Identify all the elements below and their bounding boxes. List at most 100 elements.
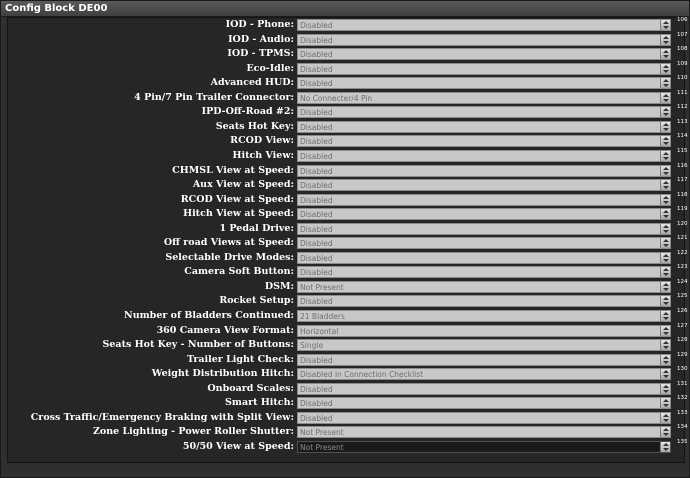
dropdown-arrow-icon[interactable] — [660, 136, 670, 147]
row-index: 125 — [677, 293, 688, 300]
dropdown-arrow-icon[interactable] — [660, 34, 670, 45]
dropdown-arrow-icon[interactable] — [660, 165, 670, 176]
setting-label: Eco-Idle: — [246, 62, 294, 74]
config-row: Seats Hot Key: Disabled 113 — [0, 119, 690, 135]
config-row: Zone Lighting - Power Roller Shutter: Not… — [0, 424, 690, 440]
config-row: RCOD View: Disabled 114 — [0, 133, 690, 149]
setting-dropdown[interactable]: Disabled — [297, 135, 671, 148]
dropdown-arrow-icon[interactable] — [660, 383, 670, 394]
setting-label: IOD - Audio: — [228, 33, 294, 45]
setting-dropdown[interactable]: Single — [297, 339, 671, 352]
dropdown-arrow-icon[interactable] — [660, 267, 670, 278]
setting-dropdown[interactable]: Disabled — [297, 164, 671, 177]
config-row: IPD-Off-Road #2: Disabled 112 — [0, 104, 690, 120]
dropdown-arrow-icon[interactable] — [660, 107, 670, 118]
row-index: 118 — [677, 191, 688, 198]
dropdown-arrow-icon[interactable] — [660, 20, 670, 30]
setting-dropdown[interactable]: Disabled — [297, 106, 671, 119]
dropdown-arrow-icon[interactable] — [660, 252, 670, 263]
config-row: Camera Soft Button: Disabled 123 — [0, 264, 690, 280]
setting-dropdown[interactable]: Disabled — [297, 149, 671, 162]
dropdown-arrow-icon[interactable] — [660, 92, 670, 103]
dropdown-arrow-icon[interactable] — [660, 441, 670, 452]
setting-dropdown[interactable]: Disabled — [297, 179, 671, 192]
dropdown-arrow-icon[interactable] — [660, 296, 670, 307]
setting-dropdown[interactable]: Disabled — [297, 62, 671, 75]
setting-dropdown[interactable]: Disabled — [297, 397, 671, 410]
row-index: 123 — [677, 264, 688, 271]
setting-dropdown[interactable]: Disabled — [297, 193, 671, 206]
dropdown-arrow-icon[interactable] — [660, 311, 670, 321]
dropdown-arrow-icon[interactable] — [660, 223, 670, 234]
setting-dropdown[interactable]: Not Present — [297, 426, 671, 439]
config-row: Smart Hitch: Disabled 132 — [0, 395, 690, 411]
dropdown-arrow-icon[interactable] — [660, 180, 670, 191]
setting-value: Not Present — [300, 282, 344, 292]
setting-dropdown[interactable]: Not Present — [297, 280, 671, 293]
setting-label: 360 Camera View Format: — [156, 324, 294, 336]
dropdown-arrow-icon[interactable] — [660, 49, 670, 60]
config-row: 1 Pedal Drive: Disabled 120 — [0, 220, 690, 237]
setting-dropdown[interactable]: Disabled — [297, 295, 671, 308]
setting-value: Disabled — [300, 210, 333, 220]
row-index: 120 — [677, 220, 688, 227]
setting-label: Seats Hot Key - Number of Buttons: — [102, 339, 294, 351]
dropdown-arrow-icon[interactable] — [660, 194, 670, 205]
setting-label: Cross Traffic/Emergency Braking with Spl… — [30, 411, 294, 423]
setting-dropdown[interactable]: Disabled — [297, 48, 671, 61]
dropdown-arrow-icon[interactable] — [660, 281, 670, 292]
dropdown-arrow-icon[interactable] — [660, 412, 670, 423]
setting-dropdown[interactable]: 21 Bladders — [297, 310, 671, 322]
dropdown-arrow-icon[interactable] — [660, 369, 670, 380]
setting-value: Disabled — [300, 64, 333, 74]
row-index: 124 — [677, 278, 688, 285]
row-index: 129 — [677, 351, 688, 358]
dropdown-arrow-icon[interactable] — [660, 150, 670, 161]
setting-dropdown[interactable]: Disabled — [297, 411, 671, 424]
setting-value: Disabled — [300, 21, 333, 30]
row-index: 127 — [677, 322, 688, 329]
setting-dropdown[interactable]: Disabled — [297, 382, 671, 395]
dropdown-arrow-icon[interactable] — [660, 398, 670, 409]
setting-dropdown[interactable]: Disabled — [297, 19, 671, 31]
setting-label: Hitch View: — [232, 149, 294, 161]
dropdown-arrow-icon[interactable] — [660, 209, 670, 220]
dropdown-arrow-icon[interactable] — [660, 121, 670, 132]
setting-label: Advanced HUD: — [210, 77, 294, 89]
config-row: Hitch View: Disabled 115 — [0, 148, 690, 164]
config-row: Weight Distribution Hitch: Disabled in Co… — [0, 366, 690, 382]
row-index: 126 — [677, 308, 688, 314]
setting-dropdown[interactable]: Disabled — [297, 266, 671, 279]
setting-dropdown[interactable]: Disabled — [297, 222, 671, 235]
dropdown-arrow-icon[interactable] — [660, 325, 670, 336]
dropdown-arrow-icon[interactable] — [660, 238, 670, 249]
setting-dropdown[interactable]: Not Present — [297, 440, 671, 453]
setting-dropdown[interactable]: Disabled — [297, 237, 671, 250]
setting-dropdown[interactable]: Disabled in Connection Checklist — [297, 368, 671, 381]
dropdown-arrow-icon[interactable] — [660, 78, 670, 89]
setting-value: Horizontal — [300, 326, 339, 336]
window-title: Config Block DE00 — [5, 3, 108, 14]
dropdown-arrow-icon[interactable] — [660, 427, 670, 438]
row-index: 116 — [677, 162, 688, 169]
setting-dropdown[interactable]: Disabled — [297, 120, 671, 133]
setting-dropdown[interactable]: Disabled — [297, 208, 671, 221]
setting-label: RCOD View at Speed: — [180, 193, 294, 205]
setting-dropdown[interactable]: Disabled — [297, 353, 671, 366]
row-index: 132 — [677, 395, 688, 402]
dropdown-arrow-icon[interactable] — [660, 340, 670, 351]
dropdown-arrow-icon[interactable] — [660, 354, 670, 365]
dropdown-arrow-icon[interactable] — [660, 63, 670, 74]
config-row: IOD - Phone: Disabled 106 — [0, 17, 690, 33]
setting-label: DSM: — [264, 280, 294, 292]
setting-dropdown[interactable]: Disabled — [297, 33, 671, 46]
row-index: 117 — [677, 177, 688, 184]
setting-value: Disabled — [300, 137, 333, 147]
setting-dropdown[interactable]: No Connecter/4 Pin — [297, 91, 671, 104]
config-row: Advanced HUD: Disabled 110 — [0, 75, 690, 91]
setting-dropdown[interactable]: Horizontal — [297, 324, 671, 337]
config-row: IOD - Audio: Disabled 107 — [0, 32, 690, 48]
setting-dropdown[interactable]: Disabled — [297, 251, 671, 264]
setting-dropdown[interactable]: Disabled — [297, 77, 671, 90]
setting-value: Not Present — [300, 428, 344, 438]
